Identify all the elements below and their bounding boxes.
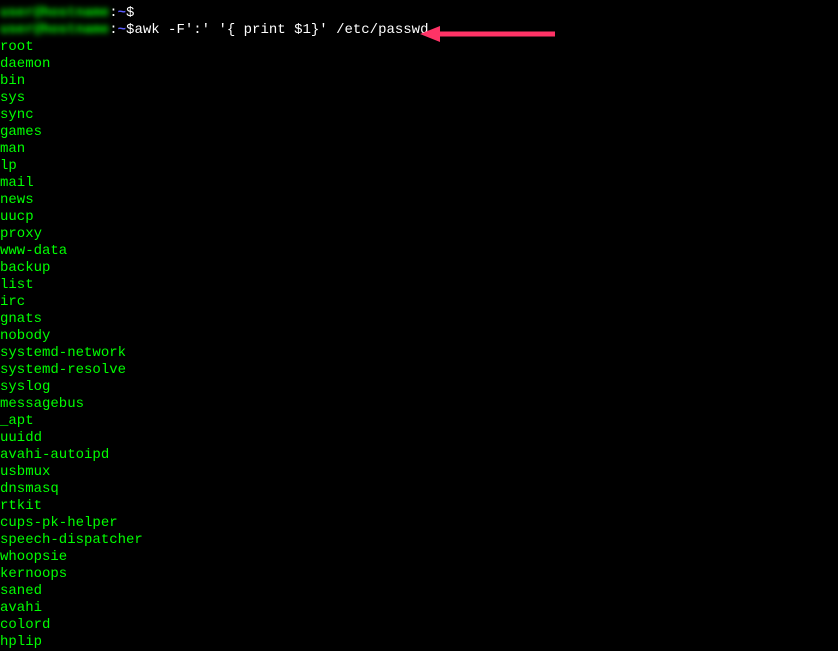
output-user: dnsmasq (0, 481, 838, 498)
prompt-line-2: user@hostname : ~ $ awk -F':' '{ print $… (0, 22, 838, 39)
output-user: systemd-resolve (0, 362, 838, 379)
output-user: systemd-network (0, 345, 838, 362)
colon-separator: : (109, 5, 117, 22)
output-user: kernoops (0, 566, 838, 583)
output-user: www-data (0, 243, 838, 260)
output-user: rtkit (0, 498, 838, 515)
command-text: awk -F':' '{ print $1}' /etc/passwd (134, 22, 428, 39)
output-user: news (0, 192, 838, 209)
output-user: saned (0, 583, 838, 600)
output-user: uuidd (0, 430, 838, 447)
output-user: daemon (0, 56, 838, 73)
command-output: root daemon bin sys sync games man lp ma… (0, 39, 838, 651)
path-label: ~ (118, 22, 126, 39)
output-user: _apt (0, 413, 838, 430)
output-user: usbmux (0, 464, 838, 481)
output-user: avahi (0, 600, 838, 617)
output-user: sync (0, 107, 838, 124)
prompt-line-1: user@hostname : ~ $ (0, 5, 838, 22)
output-user: nobody (0, 328, 838, 345)
output-user: hplip (0, 634, 838, 651)
output-user: colord (0, 617, 838, 634)
output-user: whoopsie (0, 549, 838, 566)
output-user: games (0, 124, 838, 141)
dollar-sign: $ (126, 5, 134, 22)
output-user: man (0, 141, 838, 158)
output-user: avahi-autoipd (0, 447, 838, 464)
output-user: cups-pk-helper (0, 515, 838, 532)
terminal-output[interactable]: user@hostname : ~ $ user@hostname : ~ $ … (0, 0, 838, 651)
output-user: proxy (0, 226, 838, 243)
output-user: speech-dispatcher (0, 532, 838, 549)
path-label: ~ (118, 5, 126, 22)
output-user: messagebus (0, 396, 838, 413)
output-user: backup (0, 260, 838, 277)
output-user: lp (0, 158, 838, 175)
output-user: gnats (0, 311, 838, 328)
output-user: sys (0, 90, 838, 107)
output-user: list (0, 277, 838, 294)
output-user: uucp (0, 209, 838, 226)
output-user: bin (0, 73, 838, 90)
output-user: root (0, 39, 838, 56)
output-user: mail (0, 175, 838, 192)
colon-separator: : (109, 22, 117, 39)
user-host-label: user@hostname (0, 22, 109, 39)
output-user: irc (0, 294, 838, 311)
dollar-sign: $ (126, 22, 134, 39)
user-host-label: user@hostname (0, 5, 109, 22)
output-user: syslog (0, 379, 838, 396)
